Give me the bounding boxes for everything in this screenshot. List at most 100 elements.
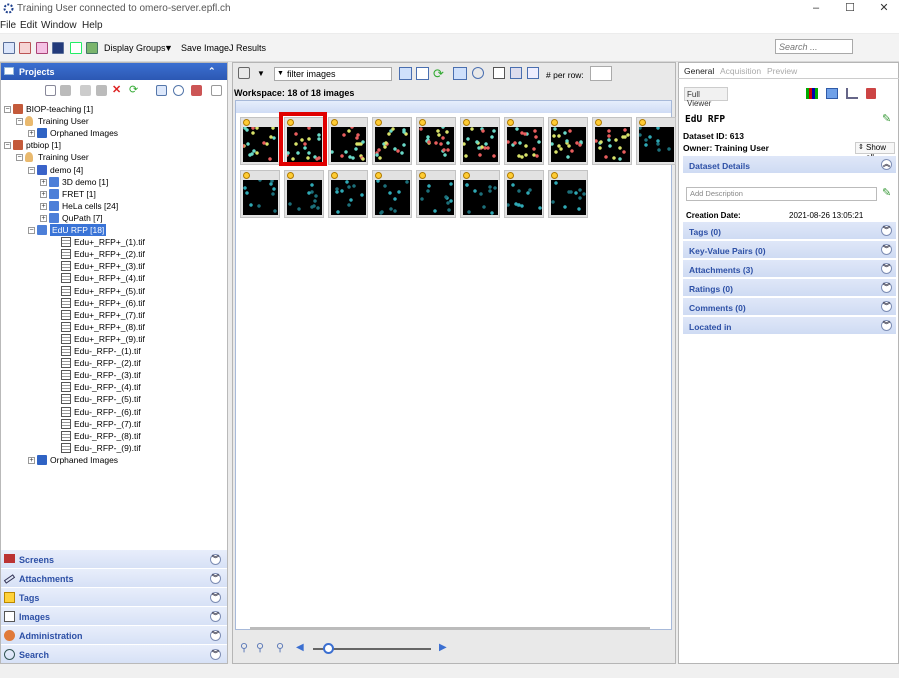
projects-header[interactable]: Projects ⌃ [1,63,227,80]
menu-file[interactable]: File [0,20,16,31]
image-thumbnail[interactable] [416,117,456,165]
dataset-name[interactable]: EdU RFP [685,114,725,125]
edit-name-icon[interactable]: ✎ [882,112,891,125]
tree-image-item[interactable]: Edu+_RFP+_(5).tif [74,285,145,297]
new-icon[interactable] [45,85,56,96]
section-administration[interactable]: Administration ︾ [1,625,227,644]
channels-icon[interactable] [806,88,818,99]
tree-node[interactable]: Orphaned Images [50,454,118,466]
filter-menu-icon[interactable] [238,67,250,79]
time-icon[interactable] [173,85,184,96]
tree-node[interactable]: QuPath [7] [62,212,103,224]
dataset-details-header[interactable]: Dataset Details ︽ [683,156,896,174]
tree-image-item[interactable]: Edu+_RFP+_(8).tif [74,321,145,333]
expand-icon[interactable]: ︾ [210,554,221,565]
full-viewer-button[interactable]: Full Viewer [684,87,728,108]
sort-by-date-icon[interactable] [472,67,484,79]
tree-node[interactable]: EdU RFP [18] [50,224,107,236]
table-view-icon[interactable] [416,67,429,80]
edit-description-icon[interactable]: ✎ [882,186,891,199]
tree-node[interactable]: FRET [1] [62,188,96,200]
tree-image-item[interactable]: Edu-_RFP-_(6).tif [74,406,141,418]
tree-image-item[interactable]: Edu+_RFP+_(1).tif [74,236,145,248]
section-images[interactable]: Images ︾ [1,606,227,625]
analysis-icon[interactable] [866,88,876,99]
expand-icon[interactable]: ︾ [881,244,892,255]
zoom-fit-icon[interactable]: ⚲ [240,641,248,654]
user-group-icon[interactable] [70,42,82,54]
image-thumbnail[interactable] [636,117,676,165]
tree-image-item[interactable]: Edu-_RFP-_(4).tif [74,381,141,393]
search-input[interactable] [775,39,853,54]
chevron-down-icon[interactable]: ▼ [164,43,173,53]
tree-node[interactable]: Orphaned Images [50,127,118,139]
tag-browser-icon[interactable] [19,42,31,54]
zoom-out-icon[interactable]: ⚲ [276,641,284,654]
section-key-value-pairs[interactable]: Key-Value Pairs (0) ︾ [683,241,896,259]
image-thumbnail[interactable] [328,117,368,165]
section-ratings[interactable]: Ratings (0) ︾ [683,279,896,297]
collapse-node-icon[interactable]: − [28,227,35,234]
image-thumbnail[interactable] [548,170,588,218]
filter-dropdown-icon[interactable]: ▼ [277,68,284,80]
menu-window[interactable]: Window [41,20,77,31]
hierarchy-icon[interactable] [3,42,15,54]
section-tags[interactable]: Tags (0) ︾ [683,222,896,240]
tree-image-item[interactable]: Edu-_RFP-_(2).tif [74,357,141,369]
expand-icon[interactable]: ︾ [210,630,221,641]
magnify-icon[interactable] [493,67,505,79]
import-icon[interactable] [86,42,98,54]
slider-right-icon[interactable]: ▶ [439,642,447,653]
tree-node[interactable]: 3D demo [1] [62,176,108,188]
tree-image-item[interactable]: Edu+_RFP+_(6).tif [74,297,145,309]
sort-icon[interactable] [156,85,167,96]
tree-node[interactable]: HeLa cells [24] [62,200,118,212]
tree-image-item[interactable]: Edu+_RFP+_(2).tif [74,248,145,260]
expand-node-icon[interactable]: + [40,178,47,186]
minimize-button[interactable]: – [799,0,833,17]
screen-icon[interactable] [52,42,64,54]
expand-node-icon[interactable]: + [40,214,47,222]
tree-node[interactable]: ptbiop [1] [26,139,61,151]
expand-icon[interactable]: ︾ [210,592,221,603]
expand-icon[interactable]: ︾ [210,611,221,622]
show-all-button[interactable]: ⇕ Show all [855,142,895,162]
expand-node-icon[interactable]: + [28,456,35,464]
tree-node[interactable]: Training User [38,115,89,127]
expand-node-icon[interactable]: + [40,202,47,210]
menu-help[interactable]: Help [82,20,103,31]
image-thumbnail[interactable] [328,170,368,218]
filter-field[interactable]: ▼ filter images [274,67,392,81]
expand-icon[interactable]: ︾ [881,225,892,236]
section-attachments[interactable]: Attachments (3) ︾ [683,260,896,278]
zoom-slider-handle[interactable] [323,643,334,654]
image-thumbnail[interactable] [240,117,280,165]
expand-icon[interactable]: ︾ [881,320,892,331]
refresh-icon[interactable]: ⟳ [129,85,140,96]
slider-left-icon[interactable]: ◀ [296,642,304,653]
image-thumbnail[interactable] [460,170,500,218]
layout-icon[interactable] [510,67,522,79]
tree-image-item[interactable]: Edu+_RFP+_(9).tif [74,333,145,345]
copy-icon[interactable] [80,85,91,96]
refresh-icon[interactable]: ⟳ [433,66,444,82]
collapse-node-icon[interactable]: − [28,166,35,174]
tree-node[interactable]: demo [4] [50,164,83,176]
save-imagej-results-button[interactable]: Save ImageJ Results [181,43,266,53]
tree-image-item[interactable]: Edu-_RFP-_(7).tif [74,418,141,430]
collapse-node-icon[interactable]: − [4,106,11,113]
tree-image-item[interactable]: Edu-_RFP-_(1).tif [74,345,141,357]
menu-edit[interactable]: Edit [20,20,37,31]
image-thumbnail[interactable] [372,117,412,165]
image-thumbnail[interactable] [592,117,632,165]
description-field[interactable]: Add Description [686,187,877,201]
image-thumbnail[interactable] [416,170,456,218]
tree-image-item[interactable]: Edu-_RFP-_(9).tif [74,442,141,454]
expand-node-icon[interactable]: + [40,190,47,198]
sort-by-name-icon[interactable] [453,67,467,80]
section-tags[interactable]: Tags ︾ [1,587,227,606]
tree-node[interactable]: BIOP-teaching [1] [26,103,93,115]
tab-acquisition[interactable]: Acquisition [720,66,761,76]
user-filter-icon[interactable] [191,85,202,96]
tab-general[interactable]: General [684,66,714,76]
